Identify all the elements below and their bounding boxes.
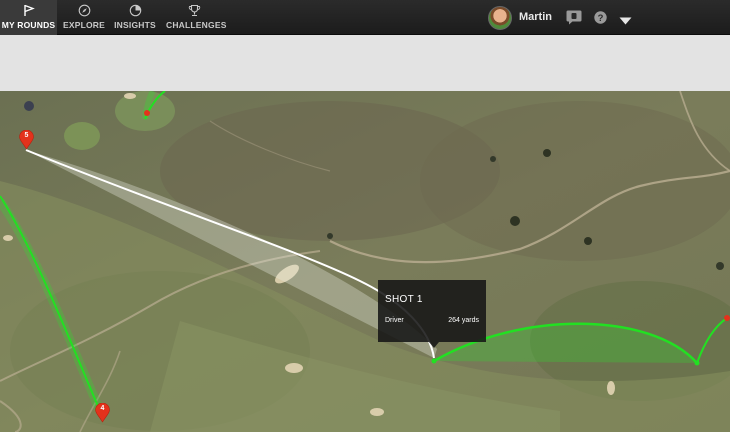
tab-explore[interactable]: EXPLORE [62,0,106,35]
hole-marker-label: 5 [24,132,29,139]
tab-explore-label: EXPLORE [62,20,106,30]
pie-chart-icon [113,4,157,18]
svg-text:?: ? [598,13,604,24]
tab-my-rounds[interactable]: MY ROUNDS [0,0,57,35]
tab-challenges-label: CHALLENGES [166,20,227,30]
hole-marker-4[interactable]: 4 [95,402,110,423]
compass-icon [62,4,106,18]
satellite-terrain [0,91,730,432]
tab-insights[interactable]: INSIGHTS [113,0,157,35]
hole-marker-5[interactable]: 5 [19,129,34,150]
trophy-icon [166,4,222,18]
shot-distance: 264 yards [448,317,479,324]
user-name[interactable]: Martin [519,11,552,23]
caret-down-icon[interactable] [619,12,632,30]
shot-title: SHOT 1 [385,294,423,305]
shot-tooltip: SHOT 1 Driver 264 yards [378,280,486,348]
flag-icon [0,4,57,18]
hole-marker-label: 4 [100,405,105,412]
toolbar-band [0,35,730,91]
tooltip-pointer [429,342,439,348]
question-icon[interactable]: ? [594,11,607,29]
shot-details: Driver 264 yards [385,317,479,326]
course-map[interactable]: 5 4 SHOT 1 Driver 264 yards [0,91,730,432]
shot-club: Driver [385,317,404,324]
tab-insights-label: INSIGHTS [114,20,156,30]
tab-my-rounds-label: MY ROUNDS [1,20,56,30]
top-nav: MY ROUNDS EXPLORE INSIGHTS CHALLENGES Ma… [0,0,730,35]
chat-icon[interactable] [566,10,582,30]
avatar[interactable] [488,6,512,30]
tab-challenges[interactable]: CHALLENGES [166,0,227,35]
